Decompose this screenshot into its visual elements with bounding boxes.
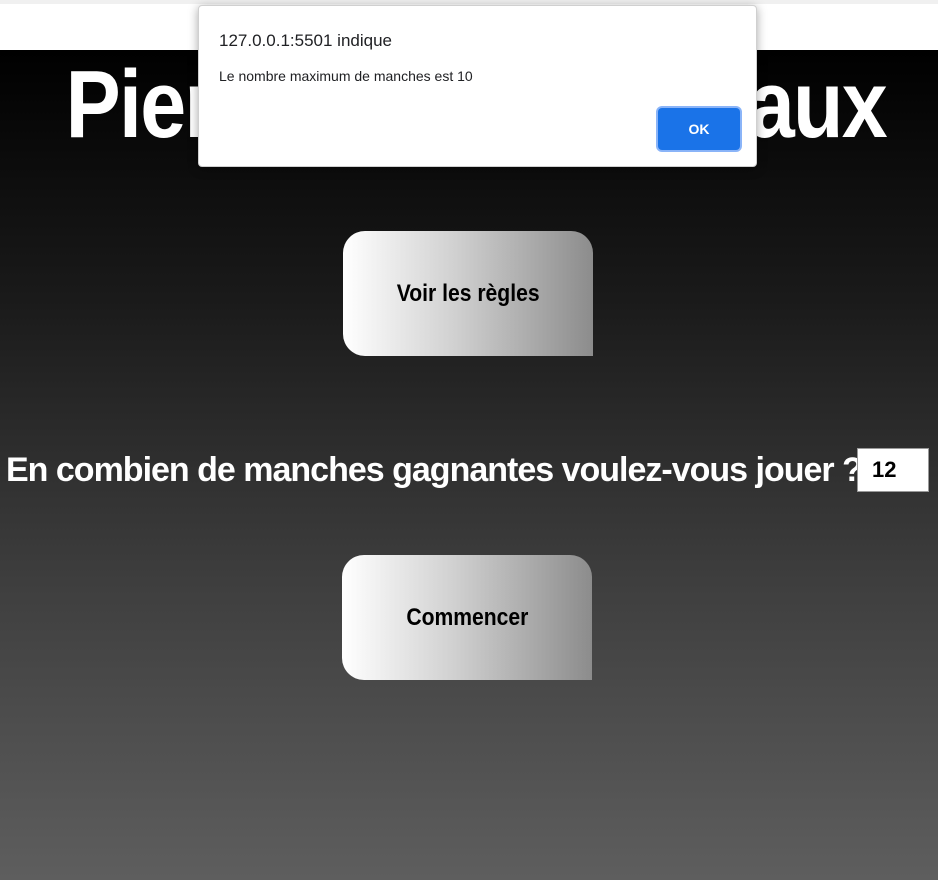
- start-button-label: Commencer: [405, 603, 529, 631]
- alert-ok-button[interactable]: OK: [658, 108, 740, 150]
- rules-button-label: Voir les règles: [396, 279, 540, 307]
- alert-dialog: 127.0.0.1:5501 indique Le nombre maximum…: [198, 5, 757, 167]
- game-page: Pierre Feuille Ciseaux Voir les règles E…: [0, 50, 938, 880]
- rounds-input[interactable]: [857, 448, 929, 492]
- start-button[interactable]: Commencer: [342, 555, 592, 680]
- rounds-question-row: En combien de manches gagnantes voulez-v…: [6, 445, 929, 495]
- rules-button[interactable]: Voir les règles: [343, 231, 593, 356]
- alert-message: Le nombre maximum de manches est 10: [219, 68, 473, 84]
- rounds-question-label: En combien de manches gagnantes voulez-v…: [6, 450, 863, 489]
- alert-origin: 127.0.0.1:5501 indique: [219, 31, 392, 50]
